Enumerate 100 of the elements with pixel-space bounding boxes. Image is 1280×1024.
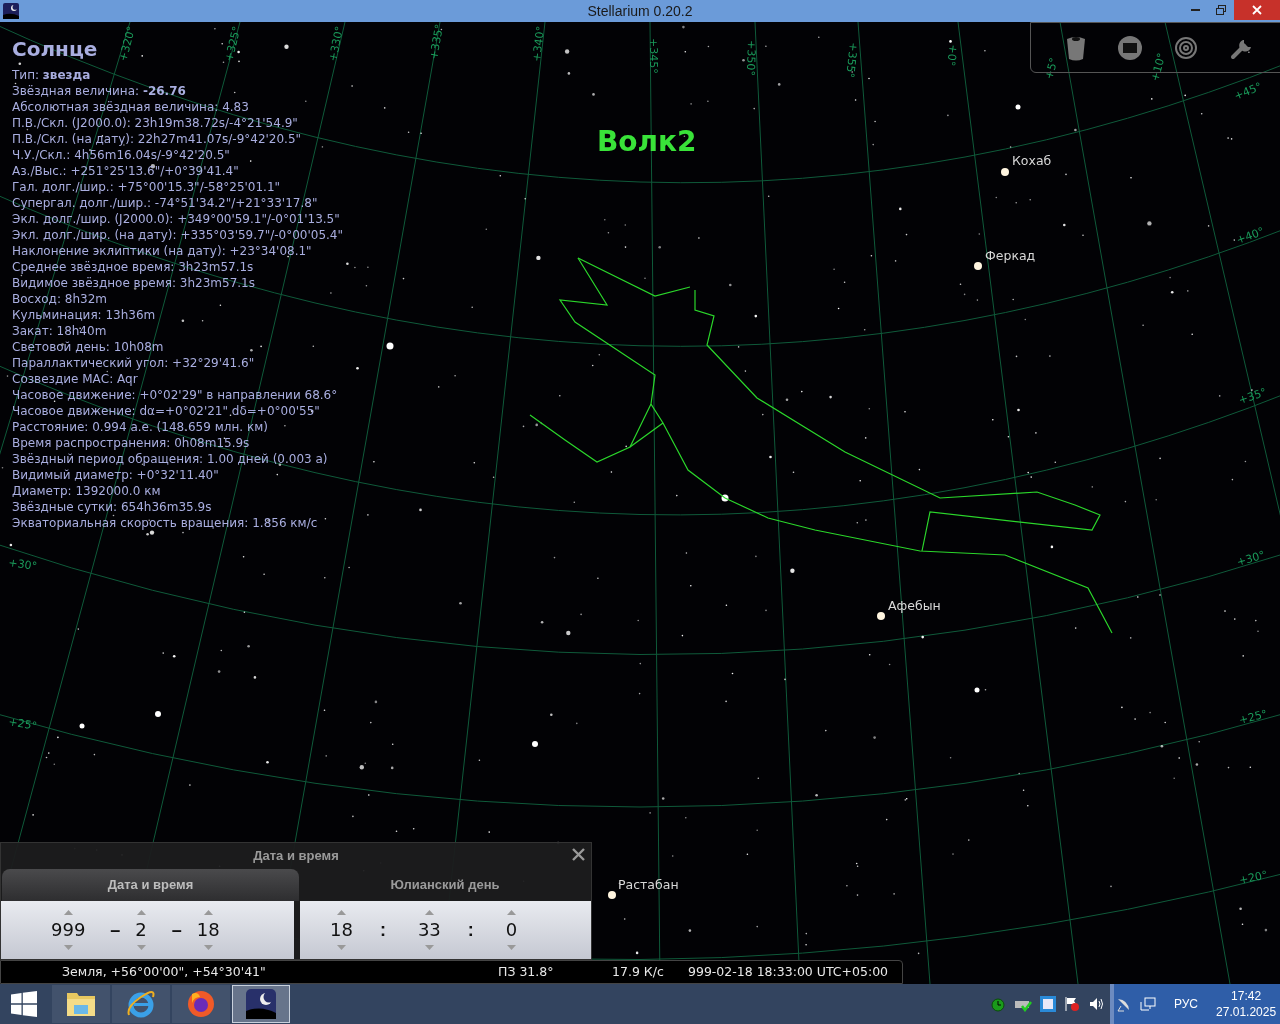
grid-label: +350° — [743, 39, 758, 77]
info-line: Ч.У./Скл.: 4h56m16.04s/-9°42'20.5" — [12, 147, 231, 163]
down-arrow-icon — [136, 945, 146, 950]
spin-value: 0 — [505, 918, 518, 942]
window-title: Stellarium 0.20.2 — [587, 1, 693, 21]
spin-value: 33 — [417, 918, 441, 942]
up-arrow-icon — [424, 910, 434, 915]
info-line: Абсолютная звёздная величина: 4.83 — [12, 99, 250, 115]
down-arrow-icon — [63, 945, 73, 950]
moon-sky-icon — [246, 989, 276, 1019]
location-text: Земля, +56°00'00", +54°30'41" — [62, 962, 267, 981]
grid-label: +5° — [1042, 56, 1061, 81]
target-icon[interactable] — [1174, 35, 1198, 60]
grid-label: +40° — [1234, 224, 1266, 247]
fox-globe-icon — [186, 989, 216, 1019]
restore-icon — [1216, 5, 1226, 15]
dialog-tab[interactable]: Дата и время — [2, 869, 299, 901]
info-line: Кульминация: 13h36m — [12, 307, 157, 323]
taskbar-app-button[interactable] — [52, 985, 110, 1023]
info-line: П.В./Скл. (на дату): 22h27m41.07s/-9°42'20.5" — [12, 131, 303, 147]
separator: : — [466, 918, 475, 942]
spin-value: 18 — [330, 918, 353, 942]
info-line: Часовое движение: +0°02'29" в направлении 68.6° — [12, 387, 339, 403]
info-line: Видимое звёздное время: 3h23m57.1s — [12, 275, 256, 291]
browser-e-icon — [126, 989, 156, 1019]
alarm-clock-icon[interactable] — [990, 996, 1006, 1012]
down-arrow-icon — [507, 945, 517, 950]
spin-value: 2 — [135, 918, 147, 942]
grid-label: +10° — [1148, 51, 1169, 83]
info-line: Экваториальная скорость вращения: 1.856 км/с — [12, 515, 319, 531]
grid-label: +30° — [1235, 548, 1267, 569]
network-icon[interactable] — [1140, 996, 1156, 1012]
separator: – — [170, 918, 183, 942]
separator: : — [378, 918, 387, 942]
windows-logo-icon — [11, 991, 37, 1017]
info-line: Экл. долг./шир. (J2000.0): +349°00'59.1"/-0°01'13.5" — [12, 211, 341, 227]
speaker-icon[interactable] — [1088, 996, 1104, 1012]
spin-field[interactable]: 33 — [417, 910, 441, 950]
telescope-icon[interactable] — [1066, 34, 1086, 61]
satellite-dish-icon[interactable] — [1116, 996, 1132, 1012]
info-line: Световой день: 10h08m — [12, 339, 165, 355]
grid-label: +355° — [843, 41, 860, 79]
grid-label: +25° — [7, 715, 38, 733]
info-line: Часовое движение: dα=+0°02'21" dδ=+0°00'55" — [12, 403, 321, 419]
dialog-title: Дата и время — [253, 847, 339, 866]
info-line: Время распространения: 0h08m15.9s — [12, 435, 251, 451]
screen-icon[interactable] — [1118, 35, 1142, 60]
dialog-tab[interactable]: Юлианский день — [299, 869, 591, 901]
info-line: Параллактический угол: +32°29'41.6" — [12, 355, 256, 371]
spin-field[interactable]: 2 — [135, 910, 147, 950]
spin-field[interactable]: 999 — [51, 910, 86, 950]
spin-field[interactable]: 0 — [505, 910, 518, 950]
close-button[interactable] — [1234, 0, 1280, 20]
grid-label: +330° — [326, 25, 347, 63]
info-line: Звёздный период обращения: 1.00 дней (0.003 а) — [12, 451, 329, 467]
app-icon — [3, 3, 19, 19]
info-line: Тип: звезда — [12, 67, 92, 83]
grid-label: +340° — [530, 25, 548, 63]
tray-app-icon[interactable] — [1040, 996, 1056, 1012]
spin-field[interactable]: 18 — [196, 910, 220, 950]
info-line: Звёздная величина: -26.76 — [12, 83, 187, 99]
date-time-text: 999-02-18 18:33:00 UTC+05:00 — [688, 962, 889, 981]
grid-label: +345° — [647, 38, 660, 74]
down-arrow-icon — [203, 945, 213, 950]
grid-label: +320° — [116, 24, 139, 63]
info-line: Гал. долг./шир.: +75°00'15.3"/-58°25'01.1" — [12, 179, 282, 195]
up-arrow-icon — [203, 910, 213, 915]
info-line: Наклонение эклиптики (на дату): +23°34'08.1" — [12, 243, 313, 259]
info-line: Восход: 8h32m — [12, 291, 108, 307]
grid-label: +35° — [1236, 385, 1269, 407]
down-arrow-icon — [424, 945, 434, 950]
constellation-name: Волк2 — [597, 125, 697, 158]
star-label: Феркад — [985, 248, 1036, 263]
fps-text: 17.9 К/с — [612, 962, 665, 981]
spin-value: 999 — [51, 918, 86, 942]
close-button[interactable] — [570, 846, 586, 862]
spin-value: 18 — [196, 918, 220, 942]
clock[interactable]: 17:42 27.01.2025 — [1216, 988, 1277, 1020]
info-line: Экл. долг./шир. (на дату): +335°03'59.7"/-0°00'05.4" — [12, 227, 343, 243]
info-line: Расстояние: 0.994 а.е. (148.659 млн. км) — [12, 419, 269, 435]
info-line: Диаметр: 1392000.0 км — [12, 483, 162, 499]
grid-label: +25° — [1237, 707, 1269, 727]
info-line: Видимый диаметр: +0°32'11.40" — [12, 467, 220, 483]
down-arrow-icon — [336, 945, 346, 950]
minimize-icon — [1190, 9, 1200, 11]
up-arrow-icon — [63, 910, 73, 915]
info-line: Аз./Выс.: +251°25'13.6"/+0°39'41.4" — [12, 163, 240, 179]
taskbar-app-button[interactable] — [232, 985, 290, 1023]
info-line: Звёздные сутки: 654h36m35.9s — [12, 499, 213, 515]
grid-label: +30° — [7, 556, 38, 573]
up-arrow-icon — [136, 910, 146, 915]
grid-label: +335° — [427, 23, 447, 61]
info-line: П.В./Скл. (J2000.0): 23h19m38.72s/-4°21'54.9" — [12, 115, 299, 131]
language-indicator[interactable]: РУС — [1174, 995, 1199, 1013]
info-line: Закат: 18h40m — [12, 323, 108, 339]
up-arrow-icon — [507, 910, 517, 915]
spin-field[interactable]: 18 — [330, 910, 353, 950]
flag-error-icon[interactable] — [1064, 996, 1080, 1012]
close-icon — [571, 847, 585, 861]
info-line: Созвездие МАС: Aqr — [12, 371, 139, 387]
